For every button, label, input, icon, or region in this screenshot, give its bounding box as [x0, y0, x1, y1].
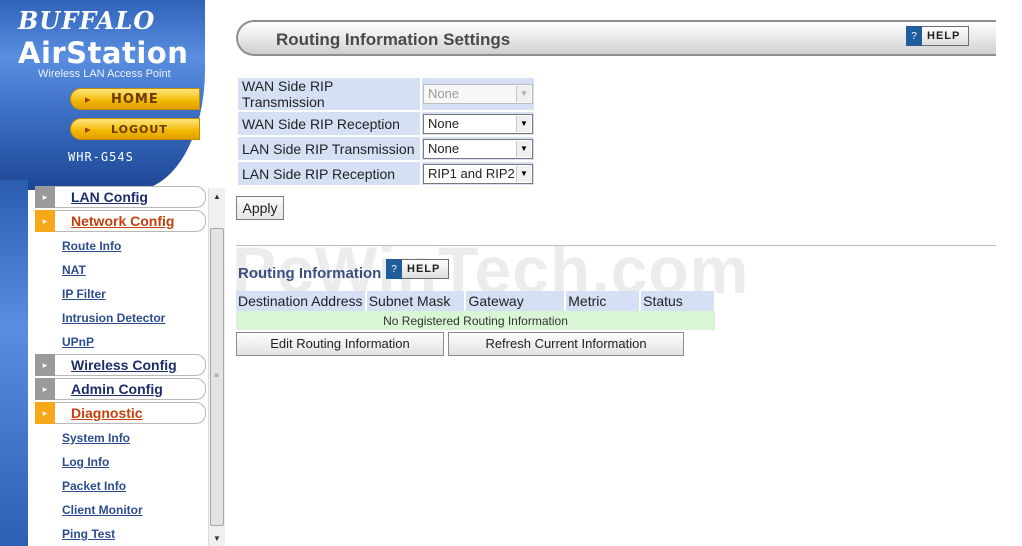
- scroll-down-icon[interactable]: ▼: [209, 530, 225, 546]
- help-label: HELP: [927, 30, 961, 42]
- routing-heading: Routing Information: [238, 265, 382, 282]
- menu-group-diagnostic[interactable]: ▸ Diagnostic: [35, 402, 206, 424]
- model-name: WHR-G54S: [68, 150, 134, 164]
- scroll-up-icon[interactable]: ▲: [209, 188, 225, 204]
- product-subtitle: Wireless LAN Access Point: [38, 68, 171, 80]
- menu-tab-icon: ▸: [35, 210, 55, 232]
- column-header: Destination Address: [236, 291, 367, 311]
- rip-setting-cell: None ▼: [422, 137, 534, 160]
- menu-tab-icon: ▸: [35, 402, 55, 424]
- chevron-down-icon: ▼: [516, 165, 531, 182]
- menu-group-lan-config[interactable]: ▸ LAN Config: [35, 186, 206, 208]
- logout-button[interactable]: ▸ LOGOUT: [70, 118, 200, 140]
- rip-setting-cell: None ▼: [422, 112, 534, 135]
- sidebar-item-route-info[interactable]: Route Info: [36, 234, 206, 258]
- rip-setting-select: None ▼: [423, 84, 533, 104]
- column-header: Subnet Mask: [365, 291, 467, 311]
- brand-logo: BUFFALO: [18, 6, 156, 35]
- sidebar-item-system-info[interactable]: System Info: [36, 426, 206, 450]
- sidebar-item-client-monitor[interactable]: Client Monitor: [36, 498, 206, 522]
- help-icon: ?: [906, 26, 922, 46]
- rip-setting-select[interactable]: None ▼: [423, 138, 533, 159]
- table-row: WAN Side RIP Transmission None ▼: [238, 78, 534, 110]
- help-label: HELP: [407, 263, 441, 275]
- select-value: None: [428, 86, 460, 101]
- select-value: None: [428, 115, 460, 131]
- menu-group-label: Network Config: [71, 213, 175, 229]
- divider: [236, 245, 996, 246]
- table-row: WAN Side RIP Reception None ▼: [238, 112, 534, 135]
- column-header: Status: [640, 291, 716, 311]
- arrow-icon: ▸: [85, 92, 91, 106]
- help-button[interactable]: ? HELP: [906, 26, 970, 46]
- page-title: Routing Information Settings: [276, 30, 511, 49]
- rip-setting-select[interactable]: None ▼: [423, 113, 533, 134]
- sidebar-item-intrusion-detector[interactable]: Intrusion Detector: [36, 306, 206, 330]
- edit-routing-button[interactable]: Edit Routing Information: [236, 332, 444, 356]
- apply-button[interactable]: Apply: [236, 196, 284, 220]
- page-title-bar: Routing Information Settings ? HELP: [236, 20, 996, 56]
- home-button[interactable]: ▸ HOME: [70, 88, 200, 110]
- arrow-icon: ▸: [85, 122, 91, 136]
- menu-group-label: Wireless Config: [71, 357, 177, 373]
- table-row: No Registered Routing Information: [236, 311, 715, 330]
- menu-scrollbar[interactable]: ▲ ≡ ▼: [208, 188, 225, 546]
- sidebar-strip: [0, 180, 28, 546]
- menu-group-label: Diagnostic: [71, 405, 143, 421]
- menu-tab-icon: ▸: [35, 378, 55, 400]
- menu-group-label: Admin Config: [71, 381, 163, 397]
- menu-group-admin-config[interactable]: ▸ Admin Config: [35, 378, 206, 400]
- rip-setting-label: LAN Side RIP Transmission: [238, 137, 420, 160]
- table-row: LAN Side RIP Reception RIP1 and RIP2 ▼: [238, 162, 534, 185]
- table-row: LAN Side RIP Transmission None ▼: [238, 137, 534, 160]
- sidebar-item-upnp[interactable]: UPnP: [36, 330, 206, 354]
- chevron-down-icon: ▼: [516, 86, 531, 102]
- column-header: Metric: [565, 291, 642, 311]
- rip-setting-label: LAN Side RIP Reception: [238, 162, 420, 185]
- rip-settings-table: WAN Side RIP Transmission None ▼ WAN Side R…: [236, 76, 536, 187]
- logo-panel: BUFFALO AirStation Wireless LAN Access P…: [0, 0, 205, 190]
- routing-help-button[interactable]: ? HELP: [386, 259, 450, 279]
- select-value: None: [428, 140, 460, 156]
- rip-setting-select[interactable]: RIP1 and RIP2 ▼: [423, 163, 533, 184]
- sidebar-item-ping-test[interactable]: Ping Test: [36, 522, 206, 546]
- home-label: HOME: [111, 91, 159, 107]
- menu-tab-icon: ▸: [35, 186, 55, 208]
- sidebar-item-nat[interactable]: NAT: [36, 258, 206, 282]
- help-icon: ?: [386, 259, 402, 279]
- empty-message: No Registered Routing Information: [236, 311, 715, 330]
- menu-tab-icon: ▸: [35, 354, 55, 376]
- sidebar-item-ip-filter[interactable]: IP Filter: [36, 282, 206, 306]
- scroll-thumb[interactable]: ≡: [210, 228, 224, 526]
- routing-table: Destination Address Subnet Mask Gateway Met…: [236, 291, 716, 330]
- product-logo: AirStation: [18, 36, 189, 70]
- menu-group-label: LAN Config: [71, 189, 148, 205]
- menu-group-wireless-config[interactable]: ▸ Wireless Config: [35, 354, 206, 376]
- column-header: Gateway: [465, 291, 567, 311]
- grip-icon: ≡: [214, 371, 219, 380]
- sidebar: BUFFALO AirStation Wireless LAN Access P…: [0, 0, 228, 546]
- logout-label: LOGOUT: [111, 122, 168, 136]
- sidebar-item-log-info[interactable]: Log Info: [36, 450, 206, 474]
- menu-group-network-config[interactable]: ▸ Network Config: [35, 210, 206, 232]
- rip-setting-label: WAN Side RIP Reception: [238, 112, 420, 135]
- chevron-down-icon: ▼: [516, 140, 531, 157]
- rip-setting-cell: RIP1 and RIP2 ▼: [422, 162, 534, 185]
- rip-setting-label: WAN Side RIP Transmission: [238, 78, 420, 110]
- sidebar-item-packet-info[interactable]: Packet Info: [36, 474, 206, 498]
- nav-menu: ▸ LAN Config ▸ Network Config Route Info NAT I…: [35, 186, 206, 546]
- refresh-button[interactable]: Refresh Current Information: [448, 332, 684, 356]
- select-value: RIP1 and RIP2: [428, 165, 515, 181]
- chevron-down-icon: ▼: [516, 115, 531, 132]
- rip-setting-cell: None ▼: [422, 78, 534, 110]
